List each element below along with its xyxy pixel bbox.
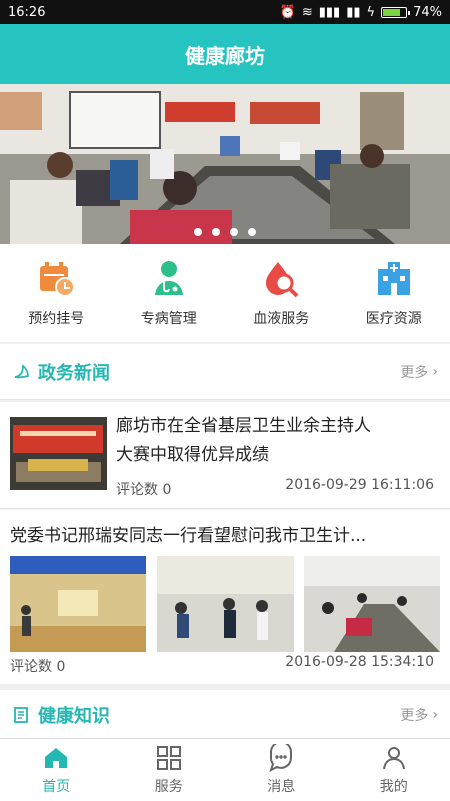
knowledge-more-link[interactable]: 更多 ›	[400, 705, 438, 725]
news-title: 大赛中取得优异成绩	[116, 441, 441, 470]
news-thumbnail	[157, 556, 294, 652]
quick-actions: 预约挂号 专病管理 血液服务 医疗资源	[0, 244, 450, 342]
battery-icon	[381, 7, 407, 18]
hospital-icon	[373, 258, 415, 300]
banner-photo	[0, 84, 450, 244]
book-icon	[12, 705, 32, 725]
chevron-right-icon: ›	[432, 364, 438, 380]
news-item[interactable]: 廊坊市在全省基层卫生业余主持人 大赛中取得优异成绩 评论数 0 2016-09-…	[0, 402, 450, 509]
chevron-right-icon: ›	[432, 707, 438, 723]
knowledge-section-header: 健康知识 更多 ›	[0, 690, 450, 740]
comment-count: 评论数 0	[10, 656, 65, 676]
quick-action-label: 血液服务	[253, 308, 309, 328]
doctor-icon	[148, 258, 190, 300]
tab-messages[interactable]: 消息	[225, 739, 338, 801]
news-thumbnail	[304, 556, 440, 652]
signal-icon: ▮▮▮	[319, 5, 340, 20]
section-title-news: 政务新闻	[38, 359, 110, 385]
quick-action-disease-management[interactable]: 专病管理	[113, 244, 226, 342]
tab-label: 我的	[380, 776, 408, 796]
tab-profile[interactable]: 我的	[338, 739, 450, 801]
quick-action-blood-service[interactable]: 血液服务	[225, 244, 338, 342]
news-date: 2016-09-29 16:11:06	[285, 477, 434, 493]
carousel-dots[interactable]	[0, 228, 450, 236]
grid-icon	[155, 744, 183, 772]
charging-icon: ϟ	[367, 5, 376, 20]
banner-carousel[interactable]	[0, 84, 450, 244]
alarm-icon: ⏰	[280, 5, 296, 20]
blood-drop-search-icon	[260, 258, 302, 300]
carousel-dot[interactable]	[194, 228, 202, 236]
more-label: 更多	[400, 705, 428, 725]
quick-action-medical-resources[interactable]: 医疗资源	[338, 244, 450, 342]
more-label: 更多	[400, 362, 428, 382]
status-time: 16:26	[8, 5, 45, 20]
tab-label: 首页	[42, 776, 70, 796]
tab-label: 服务	[155, 776, 183, 796]
carousel-dot[interactable]	[248, 228, 256, 236]
news-date: 2016-09-28 15:34:10	[285, 654, 434, 670]
signal-icon: ▮▮	[346, 5, 360, 20]
home-icon	[42, 744, 70, 772]
app-header: 健康廊坊	[0, 24, 450, 84]
news-title: 党委书记邢瑞安同志一行看望慰问我市卫生计...	[10, 522, 440, 551]
news-icon	[12, 362, 32, 382]
wifi-icon: ≋	[302, 5, 313, 20]
carousel-dot[interactable]	[212, 228, 220, 236]
comment-count: 评论数 0	[116, 479, 171, 499]
quick-action-label: 专病管理	[141, 308, 197, 328]
status-bar: 16:26 ⏰ ≋ ▮▮▮ ▮▮ ϟ 74%	[0, 0, 450, 24]
news-thumbnail	[10, 417, 107, 490]
tab-home[interactable]: 首页	[0, 739, 113, 801]
news-section-header: 政务新闻 更多 ›	[0, 344, 450, 400]
app-title: 健康廊坊	[185, 40, 265, 69]
tab-services[interactable]: 服务	[113, 739, 226, 801]
news-title: 廊坊市在全省基层卫生业余主持人	[116, 412, 441, 441]
quick-action-label: 医疗资源	[366, 308, 422, 328]
status-icons: ⏰ ≋ ▮▮▮ ▮▮ ϟ 74%	[280, 5, 442, 20]
battery-percent: 74%	[413, 5, 442, 20]
user-icon	[380, 744, 408, 772]
quick-action-appointment[interactable]: 预约挂号	[0, 244, 113, 342]
news-thumbnail	[10, 556, 146, 652]
bottom-tab-bar: 首页 服务 消息 我的	[0, 738, 450, 801]
section-title-knowledge: 健康知识	[38, 702, 110, 728]
news-item[interactable]: 党委书记邢瑞安同志一行看望慰问我市卫生计...	[0, 510, 450, 684]
chat-icon	[267, 744, 295, 772]
tab-label: 消息	[267, 776, 295, 796]
calendar-clock-icon	[35, 258, 77, 300]
quick-action-label: 预约挂号	[28, 308, 84, 328]
news-more-link[interactable]: 更多 ›	[400, 362, 438, 382]
carousel-dot[interactable]	[230, 228, 238, 236]
